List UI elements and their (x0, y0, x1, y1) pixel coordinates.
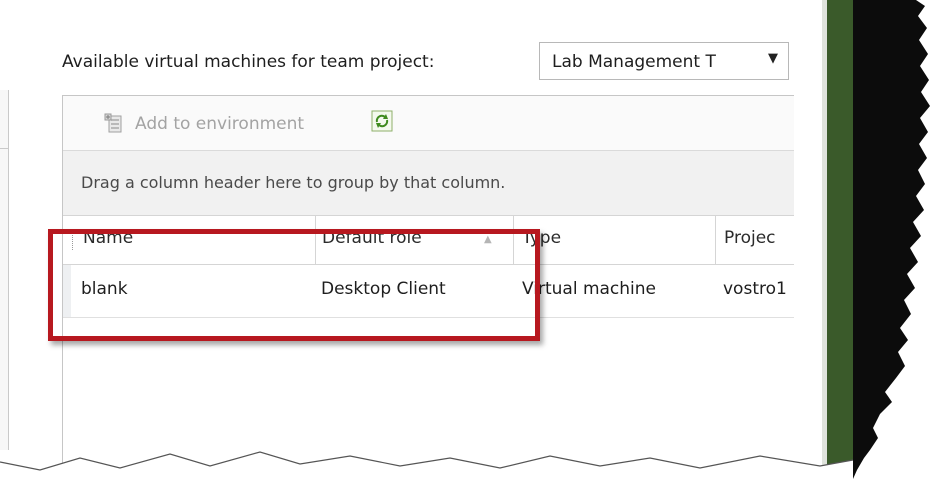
chevron-down-icon[interactable]: ▼ (768, 51, 778, 66)
team-project-select-value: Lab Management T (552, 52, 716, 72)
refresh-button[interactable] (371, 110, 393, 132)
callout-highlight-box (48, 229, 540, 341)
column-header-type[interactable]: Type (513, 216, 715, 264)
vm-toolbar: Add to environment (63, 96, 794, 151)
cell-type: Virtual machine (522, 279, 657, 299)
add-to-environment-label: Add to environment (135, 114, 305, 134)
add-to-environment-icon (103, 112, 127, 136)
column-header-project[interactable]: Projec (715, 216, 795, 264)
group-by-bar[interactable]: Drag a column header here to group by th… (63, 151, 794, 216)
available-vms-label: Available virtual machines for team proj… (62, 52, 435, 72)
add-to-environment-button[interactable]: Add to environment (103, 112, 304, 136)
side-strip (827, 0, 853, 479)
team-project-select[interactable]: Lab Management T ▼ (539, 42, 789, 80)
column-header-project-label: Projec (724, 228, 776, 248)
group-by-hint: Drag a column header here to group by th… (81, 173, 506, 192)
cell-project: vostro1 (723, 279, 787, 299)
grid-empty-area (63, 318, 794, 473)
refresh-icon (371, 110, 393, 136)
left-pane-header (0, 90, 8, 149)
